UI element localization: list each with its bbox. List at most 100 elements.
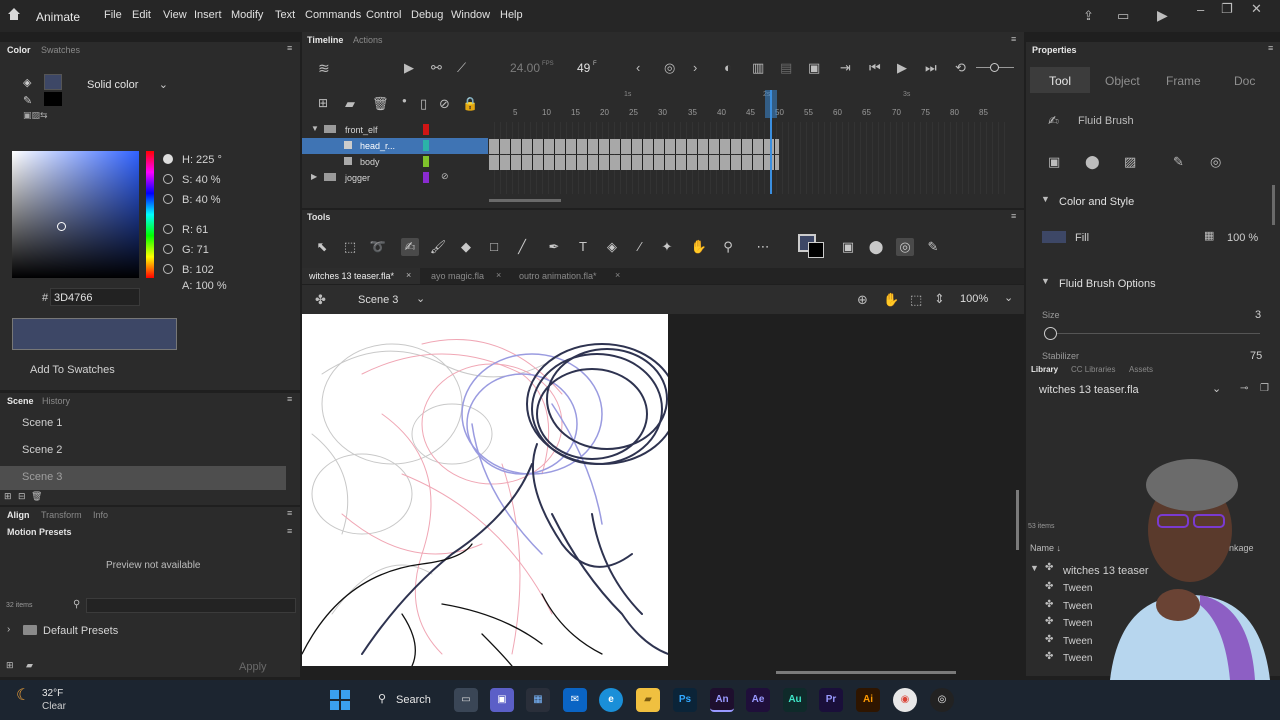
- tab-assets[interactable]: Assets: [1129, 365, 1153, 374]
- stage-canvas[interactable]: [302, 314, 668, 666]
- layer-parent-icon[interactable]: ⚯: [431, 61, 442, 74]
- library-file-select[interactable]: witches 13 teaser.fla ⌄: [1032, 380, 1228, 400]
- teams-icon[interactable]: ▣: [490, 688, 514, 712]
- radio-b[interactable]: [163, 194, 173, 204]
- stroke-swatch[interactable]: [44, 74, 62, 90]
- snap-icon[interactable]: ⬤: [867, 238, 885, 256]
- close-icon[interactable]: ×: [615, 270, 620, 280]
- swap-colors-icon[interactable]: ▣▨⇆: [23, 110, 48, 121]
- tab-object[interactable]: Object: [1105, 74, 1140, 88]
- search-icon[interactable]: ⚲: [73, 600, 80, 610]
- chrome-icon[interactable]: ◉: [893, 688, 917, 712]
- close-icon[interactable]: ×: [406, 270, 411, 280]
- preset-search-input[interactable]: [86, 598, 296, 613]
- pressure-icon[interactable]: ✎: [1173, 155, 1184, 168]
- lock-icon[interactable]: 🔒: [462, 97, 478, 110]
- chevron-down-icon[interactable]: ▼: [311, 124, 319, 133]
- fill-swatch[interactable]: [44, 92, 62, 106]
- delete-scene-icon[interactable]: 🗑: [31, 492, 42, 501]
- fill-alpha-value[interactable]: 100 %: [1227, 232, 1258, 244]
- hex-input[interactable]: 3D4766: [50, 288, 140, 306]
- tab-history[interactable]: History: [42, 396, 70, 406]
- fit-icon[interactable]: ⇕: [934, 292, 945, 305]
- radio-blue[interactable]: [163, 264, 173, 274]
- tab-doc[interactable]: Doc: [1234, 74, 1255, 88]
- step-back-icon[interactable]: ⏮: [869, 61, 881, 74]
- layer-folder[interactable]: ▼ front_elf: [302, 122, 488, 138]
- pressure-icon[interactable]: ◎: [896, 238, 914, 256]
- screen-mode-icon[interactable]: ▭: [1117, 9, 1129, 22]
- new-preset-icon[interactable]: ⊞: [6, 661, 14, 670]
- scene-selector[interactable]: Scene 3 ⌄: [352, 287, 432, 311]
- chevron-down-icon[interactable]: ▼: [1041, 195, 1050, 204]
- size-slider[interactable]: [1050, 333, 1260, 334]
- document-tab[interactable]: outro animation.fla* ×: [512, 268, 630, 284]
- alpha-value[interactable]: A: 100 %: [182, 280, 227, 292]
- library-item[interactable]: Tween: [1063, 618, 1092, 629]
- paint-bucket-icon[interactable]: ◈: [603, 238, 621, 256]
- duplicate-scene-icon[interactable]: ⊟: [18, 492, 26, 501]
- layers-icon[interactable]: ≋: [318, 61, 330, 75]
- blue-value[interactable]: B: 102: [182, 264, 214, 276]
- tab-timeline[interactable]: Timeline: [307, 35, 343, 45]
- tab-actions[interactable]: Actions: [353, 35, 383, 45]
- radio-g[interactable]: [163, 244, 173, 254]
- animate-icon[interactable]: An: [710, 688, 734, 712]
- stage-hscroll[interactable]: [776, 671, 956, 674]
- obs-icon[interactable]: ◎: [930, 688, 954, 712]
- line-icon[interactable]: ╱: [513, 238, 531, 256]
- menu-file[interactable]: File: [104, 9, 122, 21]
- paint-bucket-icon[interactable]: ◈: [23, 76, 31, 89]
- size-slider-handle[interactable]: [1044, 327, 1057, 340]
- menu-view[interactable]: View: [163, 9, 187, 21]
- zoom-select[interactable]: 100% ⌄: [952, 289, 1018, 309]
- stabilizer-value[interactable]: 75: [1250, 350, 1262, 362]
- scene-icon[interactable]: ✤: [315, 293, 326, 306]
- layer-row[interactable]: body: [302, 154, 488, 170]
- layer-row-selected[interactable]: head_r...: [302, 138, 488, 154]
- menu-help[interactable]: Help: [500, 9, 523, 21]
- fluid-brush-icon[interactable]: ✍: [401, 238, 419, 256]
- audition-icon[interactable]: Au: [783, 688, 807, 712]
- fill-color-chip[interactable]: [808, 242, 824, 258]
- next-keyframe-icon[interactable]: ›: [693, 61, 697, 74]
- radio-h[interactable]: [163, 154, 173, 164]
- preset-folder-label[interactable]: Default Presets: [43, 625, 118, 637]
- illustrator-icon[interactable]: Ai: [856, 688, 880, 712]
- insert-keyframe-icon[interactable]: ◎: [664, 61, 675, 74]
- new-layer-icon[interactable]: ⊞: [318, 97, 328, 109]
- text-icon[interactable]: T: [574, 238, 592, 256]
- scene-item[interactable]: Scene 1: [0, 412, 286, 436]
- panel-menu-icon[interactable]: ≡: [1011, 35, 1016, 44]
- share-icon[interactable]: ⇪: [1083, 9, 1094, 22]
- graph-icon[interactable]: ⟋: [457, 61, 466, 74]
- delete-layer-icon[interactable]: 🗑: [372, 97, 389, 110]
- menu-insert[interactable]: Insert: [194, 9, 222, 21]
- new-folder-icon[interactable]: ▰: [26, 661, 33, 670]
- library-item[interactable]: Tween: [1063, 601, 1092, 612]
- camera-icon[interactable]: ▶: [404, 61, 414, 74]
- stroke-fill-toggle[interactable]: ◈ ✎ ▣▨⇆: [20, 74, 68, 122]
- tab-cc-libraries[interactable]: CC Libraries: [1071, 365, 1115, 374]
- eyedropper-icon[interactable]: ⁄: [631, 238, 649, 256]
- weather-temp[interactable]: 32°F: [42, 688, 63, 699]
- center-stage-icon[interactable]: ⊕: [857, 293, 868, 306]
- play-icon[interactable]: ▶: [897, 61, 907, 74]
- taskbar-search[interactable]: ⚲ Search: [370, 688, 440, 712]
- tab-align[interactable]: Align: [7, 510, 30, 520]
- task-view-icon[interactable]: ▭: [454, 688, 478, 712]
- prev-keyframe-icon[interactable]: ‹: [636, 61, 640, 74]
- frame-loop-icon[interactable]: ▣: [808, 61, 820, 74]
- document-tab-active[interactable]: witches 13 teaser.fla* ×: [302, 268, 420, 284]
- store-icon[interactable]: ▦: [526, 688, 550, 712]
- radio-r[interactable]: [163, 224, 173, 234]
- hue-slider[interactable]: [146, 151, 154, 278]
- frame-span[interactable]: [489, 139, 779, 154]
- edit-multiple-icon[interactable]: ▤: [780, 61, 792, 74]
- weather-icon[interactable]: ☾: [16, 688, 30, 704]
- menu-debug[interactable]: Debug: [411, 9, 443, 21]
- frame-span[interactable]: [489, 155, 779, 170]
- draw-mode-icon[interactable]: ▣: [1048, 155, 1060, 168]
- color-picker-square[interactable]: [12, 151, 139, 278]
- tab-scene[interactable]: Scene: [7, 396, 34, 406]
